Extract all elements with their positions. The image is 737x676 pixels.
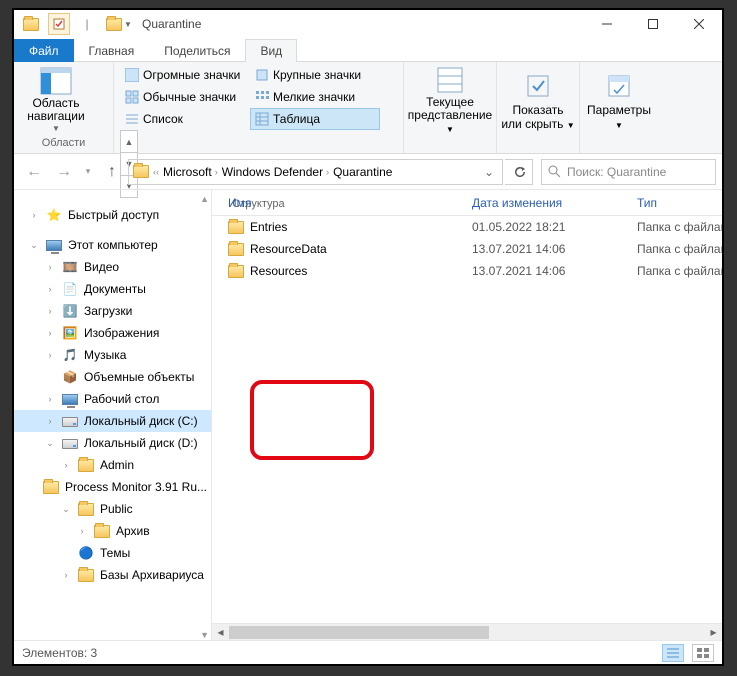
view-thumbnails-button[interactable] xyxy=(692,644,714,662)
layout-table[interactable]: Таблица xyxy=(250,108,380,130)
file-list[interactable]: Entries 01.05.2022 18:21 Папка с файлами… xyxy=(212,216,722,623)
list-item[interactable]: Entries 01.05.2022 18:21 Папка с файлами xyxy=(212,216,722,238)
nav-ddrive[interactable]: ⌄Локальный диск (D:) xyxy=(14,432,211,454)
nav-3d[interactable]: 📦Объемные объекты xyxy=(14,366,211,388)
navigation-pane-button[interactable]: Область навигации ▼ xyxy=(20,66,92,136)
chevron-icon[interactable]: ‹‹ xyxy=(153,167,159,177)
scroll-thumb[interactable] xyxy=(229,626,489,639)
themes-icon: 🔵 xyxy=(78,545,94,561)
qat-checkbox-icon[interactable] xyxy=(48,13,70,35)
address-history[interactable]: ⌄ xyxy=(480,165,498,179)
tab-home[interactable]: Главная xyxy=(74,39,150,62)
nav-admin[interactable]: ›Admin xyxy=(14,454,211,476)
crumb-1[interactable]: Windows Defender› xyxy=(222,165,329,179)
nav-pictures[interactable]: ›🖼️Изображения xyxy=(14,322,211,344)
window-title: Quarantine xyxy=(134,10,584,38)
close-button[interactable] xyxy=(676,10,722,38)
up-button[interactable]: ↑ xyxy=(98,159,126,185)
crumb-0[interactable]: Microsoft› xyxy=(163,165,218,179)
star-icon: ⭐ xyxy=(46,207,62,223)
options-button[interactable]: Параметры ▼ xyxy=(582,66,656,136)
navigation-pane-icon xyxy=(40,67,72,95)
pc-icon xyxy=(46,237,62,253)
show-hide-button[interactable]: Показатьили скрыть ▼ xyxy=(499,66,577,136)
folder-icon xyxy=(228,241,244,257)
list-item[interactable]: ResourceData 13.07.2021 14:06 Папка с фа… xyxy=(212,238,722,260)
scroll-right[interactable]: ▸ xyxy=(705,625,722,639)
current-view-button[interactable]: Текущеепредставление ▼ xyxy=(406,66,494,136)
show-hide-icon xyxy=(522,70,554,102)
col-name[interactable]: Имя xyxy=(212,196,472,210)
nav-procmon[interactable]: Process Monitor 3.91 Ru... xyxy=(14,476,211,498)
nav-downloads[interactable]: ›⬇️Загрузки xyxy=(14,300,211,322)
navigation-pane[interactable]: ▲ ›⭐Быстрый доступ ⌄Этот компьютер ›🎞️Ви… xyxy=(14,190,212,640)
nav-video[interactable]: ›🎞️Видео xyxy=(14,256,211,278)
list-item[interactable]: Resources 13.07.2021 14:06 Папка с файла… xyxy=(212,260,722,282)
pictures-icon: 🖼️ xyxy=(62,325,78,341)
horizontal-scrollbar[interactable]: ◂ ▸ xyxy=(212,623,722,640)
options-icon xyxy=(603,70,635,102)
app-icon[interactable] xyxy=(20,13,42,35)
scroll-left[interactable]: ◂ xyxy=(212,625,229,639)
crumb-2[interactable]: Quarantine xyxy=(333,165,392,179)
address-folder-icon xyxy=(133,164,149,180)
drive-icon xyxy=(62,435,78,451)
layout-large[interactable]: Крупные значки xyxy=(250,64,380,86)
desktop-icon xyxy=(62,391,78,407)
forward-button[interactable]: → xyxy=(50,159,78,185)
chevron-down-icon: ▼ xyxy=(52,125,60,134)
drive-icon xyxy=(62,413,78,429)
ribbon-dropdown[interactable]: ▼ xyxy=(104,13,134,35)
nav-music[interactable]: ›🎵Музыка xyxy=(14,344,211,366)
downloads-icon: ⬇️ xyxy=(62,303,78,319)
nav-desktop[interactable]: ›Рабочий стол xyxy=(14,388,211,410)
nav-themes[interactable]: 🔵Темы xyxy=(14,542,211,564)
layout-small[interactable]: Мелкие значки xyxy=(250,86,380,108)
col-type[interactable]: Тип xyxy=(637,196,722,210)
video-icon: 🎞️ xyxy=(62,259,78,275)
nav-public[interactable]: ⌄Public xyxy=(14,498,211,520)
folder-icon xyxy=(228,219,244,235)
recent-locations[interactable]: ▾ xyxy=(80,159,96,185)
ribbon-group-panes: Области xyxy=(20,137,107,153)
nav-bases[interactable]: ›Базы Архивариуса xyxy=(14,564,211,586)
nav-cdrive[interactable]: ›Локальный диск (C:) xyxy=(14,410,211,432)
column-headers[interactable]: Имя Дата изменения Тип xyxy=(212,190,722,216)
qat-separator: | xyxy=(76,13,98,35)
tab-file[interactable]: Файл xyxy=(14,39,74,62)
back-button[interactable]: ← xyxy=(20,159,48,185)
nav-quick-access[interactable]: ›⭐Быстрый доступ xyxy=(14,204,211,226)
maximize-button[interactable] xyxy=(630,10,676,38)
documents-icon: 📄 xyxy=(62,281,78,297)
objects3d-icon: 📦 xyxy=(62,369,78,385)
layout-medium[interactable]: Обычные значки xyxy=(120,86,250,108)
minimize-button[interactable] xyxy=(584,10,630,38)
status-item-count: Элементов: 3 xyxy=(22,646,97,660)
col-date[interactable]: Дата изменения xyxy=(472,196,637,210)
nav-archive[interactable]: ›Архив xyxy=(14,520,211,542)
view-details-button[interactable] xyxy=(662,644,684,662)
nav-this-pc[interactable]: ⌄Этот компьютер xyxy=(14,234,211,256)
music-icon: 🎵 xyxy=(62,347,78,363)
search-icon xyxy=(548,165,561,178)
tab-view[interactable]: Вид xyxy=(245,39,297,62)
layout-huge[interactable]: Огромные значки xyxy=(120,64,250,86)
tab-share[interactable]: Поделиться xyxy=(149,39,245,62)
layout-list[interactable]: Список xyxy=(120,108,250,130)
folder-icon xyxy=(228,263,244,279)
nav-documents[interactable]: ›📄Документы xyxy=(14,278,211,300)
address-bar[interactable]: ‹‹ Microsoft› Windows Defender› Quaranti… xyxy=(128,159,503,185)
current-view-icon xyxy=(434,66,466,94)
search-box[interactable]: Поиск: Quarantine xyxy=(541,159,716,185)
refresh-button[interactable] xyxy=(505,159,533,185)
